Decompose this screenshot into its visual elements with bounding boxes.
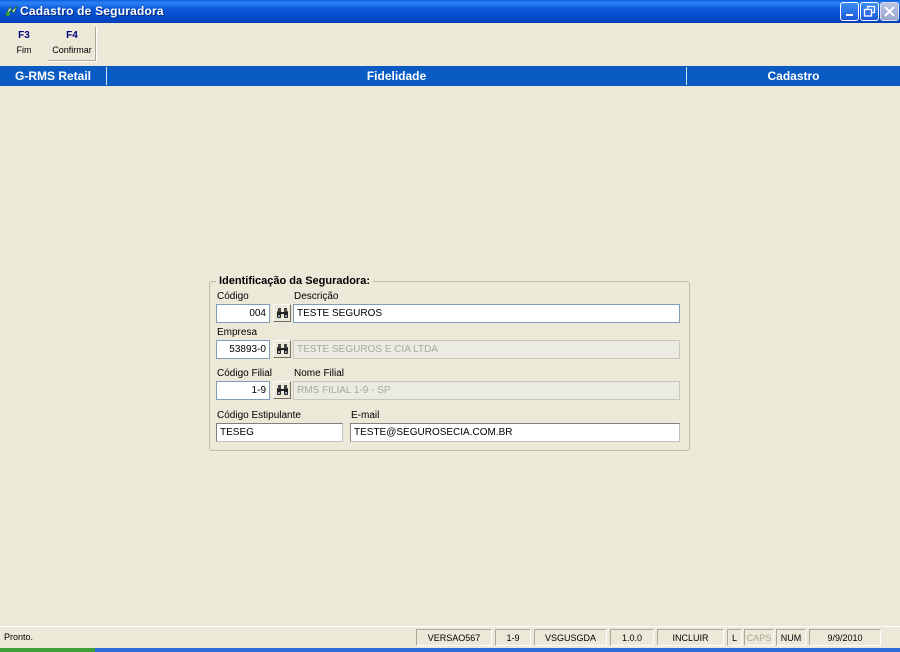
codigo-estipulante-label: Código Estipulante: [217, 410, 301, 421]
rms-app-icon: [4, 4, 18, 18]
system-name: G-RMS Retail: [14, 69, 91, 83]
empresa-label: Empresa: [217, 327, 258, 338]
codigo-filial-input[interactable]: 1-9: [216, 381, 270, 400]
status-l-indicator: L: [727, 629, 742, 646]
taskbar-strip: [0, 648, 900, 652]
status-bar: Pronto. VERSAO567 1-9 VSGUSGDA 1.0.0 INC…: [0, 626, 900, 648]
window-title: Cadastro de Seguradora: [20, 4, 164, 18]
close-button[interactable]: [880, 2, 899, 21]
email-label: E-mail: [351, 410, 380, 421]
descricao-input[interactable]: TESTE SEGUROS: [293, 304, 680, 323]
f3-action-label: Fim: [16, 45, 32, 55]
f4-action-label: Confirmar: [52, 45, 92, 55]
status-date: 9/9/2010: [809, 629, 881, 646]
codigo-estipulante-input[interactable]: TESEG: [216, 423, 343, 442]
filial-search-button[interactable]: [273, 381, 291, 399]
binoculars-icon: [277, 385, 288, 395]
status-message: Pronto.: [4, 632, 34, 642]
status-release: 1.0.0: [610, 629, 654, 646]
descricao-label: Descrição: [294, 291, 339, 302]
status-program: VSGUSGDA: [534, 629, 607, 646]
restore-icon: [863, 5, 876, 17]
title-bar: Cadastro de Seguradora: [0, 0, 900, 23]
status-filial: 1-9: [495, 629, 531, 646]
nome-filial-field: RMS FILIAL 1-9 - SP: [293, 381, 680, 400]
group-title: Identificação da Seguradora:: [216, 275, 373, 287]
f3-key-label: F3: [18, 30, 30, 41]
email-input[interactable]: TESTE@SEGUROSECIA.COM.BR: [350, 423, 680, 442]
nome-filial-label: Nome Filial: [294, 368, 345, 379]
minimize-button[interactable]: [840, 2, 859, 21]
codigo-label: Código: [217, 291, 249, 302]
f4-confirmar-button[interactable]: F4 Confirmar: [48, 27, 97, 62]
close-icon: [884, 6, 895, 17]
f3-fim-button[interactable]: F3 Fim: [6, 27, 42, 61]
status-num-indicator: NUM: [776, 629, 806, 646]
empresa-input[interactable]: 53893-0: [216, 340, 270, 359]
header-band: G-RMS Retail Fidelidade Cadastro: [0, 66, 900, 86]
status-version: VERSAO567: [416, 629, 492, 646]
empresa-description-field: TESTE SEGUROS E CIA LTDA: [293, 340, 680, 359]
status-caps-indicator: CAPS: [744, 629, 774, 646]
module-name: Fidelidade: [366, 69, 427, 83]
empresa-search-button[interactable]: [273, 340, 291, 358]
binoculars-icon: [277, 344, 288, 354]
screen-name: Cadastro: [767, 69, 820, 83]
codigo-search-button[interactable]: [273, 304, 291, 322]
minimize-icon: [846, 14, 853, 16]
codigo-filial-label: Código Filial: [217, 368, 273, 379]
restore-button[interactable]: [860, 2, 879, 21]
f4-key-label: F4: [66, 30, 78, 41]
binoculars-icon: [277, 308, 288, 318]
status-mode: INCLUIR: [657, 629, 724, 646]
codigo-input[interactable]: 004: [216, 304, 270, 323]
function-key-toolbar: F3 Fim F4 Confirmar: [0, 23, 900, 65]
